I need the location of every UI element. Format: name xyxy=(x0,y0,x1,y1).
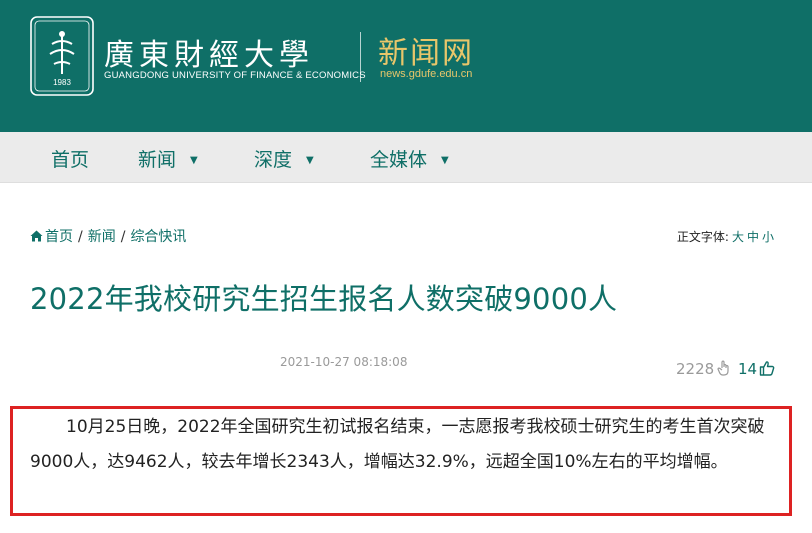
hand-pointer-icon xyxy=(717,360,729,376)
breadcrumb-news-link[interactable]: 新闻 xyxy=(88,229,116,245)
site-url[interactable]: news.gdufe.edu.cn xyxy=(380,68,472,80)
university-name-en: GUANGDONG UNIVERSITY OF FINANCE & ECONOM… xyxy=(104,70,366,81)
view-count-value: 2228 xyxy=(676,360,715,378)
font-size-large-button[interactable]: 大 xyxy=(732,230,744,244)
like-count: 14 xyxy=(738,360,758,378)
publish-date: 2021-10-27 08:18:08 xyxy=(280,355,408,369)
breadcrumb-home-link[interactable]: 首页 xyxy=(45,229,73,245)
main-nav: 首页 新闻 ▼ 深度 ▼ 全媒体 ▼ xyxy=(0,132,812,183)
nav-item-label: 首页 xyxy=(51,149,90,171)
nav-item-allmedia[interactable]: 全媒体 ▼ xyxy=(370,145,449,172)
article-title: 2022年我校研究生招生报名人数突破9000人 xyxy=(30,282,618,316)
font-size-label: 正文字体: xyxy=(676,230,729,244)
chevron-down-icon: ▼ xyxy=(190,155,198,166)
brand-divider xyxy=(360,32,361,82)
nav-item-depth[interactable]: 深度 ▼ xyxy=(254,145,314,172)
university-seal-logo[interactable]: 1983 xyxy=(30,16,94,96)
breadcrumb-category-link[interactable]: 综合快讯 xyxy=(130,229,186,245)
nav-item-news[interactable]: 新闻 ▼ xyxy=(138,145,198,172)
chevron-down-icon: ▼ xyxy=(441,155,449,166)
breadcrumb: 首页 / 新闻 / 综合快讯 xyxy=(30,226,186,246)
nav-item-label: 全媒体 xyxy=(370,149,428,171)
seal-year: 1983 xyxy=(53,78,71,87)
breadcrumb-separator: / xyxy=(120,229,126,245)
nav-item-label: 深度 xyxy=(254,149,293,171)
font-size-small-button[interactable]: 小 xyxy=(762,230,774,244)
font-size-medium-button[interactable]: 中 xyxy=(747,230,759,244)
chevron-down-icon: ▼ xyxy=(306,155,314,166)
home-icon xyxy=(30,230,43,242)
site-name[interactable]: 新闻网 xyxy=(378,28,474,72)
nav-item-home[interactable]: 首页 xyxy=(51,145,89,172)
university-name-cn: 廣東財經大學 xyxy=(104,38,314,73)
font-size-control: 正文字体: 大中小 xyxy=(677,228,774,245)
site-header: 1983 廣東財經大學 GUANGDONG UNIVERSITY OF FINA… xyxy=(0,0,812,132)
view-count: 2228 xyxy=(676,360,732,378)
nav-item-label: 新闻 xyxy=(138,149,177,171)
article-body: 10月25日晚，2022年全国研究生初试报名结束，一志愿报考我校硕士研究生的考生… xyxy=(30,417,765,472)
like-button[interactable]: 14 xyxy=(738,360,775,378)
thumbs-up-icon xyxy=(759,361,775,376)
breadcrumb-separator: / xyxy=(78,229,83,245)
